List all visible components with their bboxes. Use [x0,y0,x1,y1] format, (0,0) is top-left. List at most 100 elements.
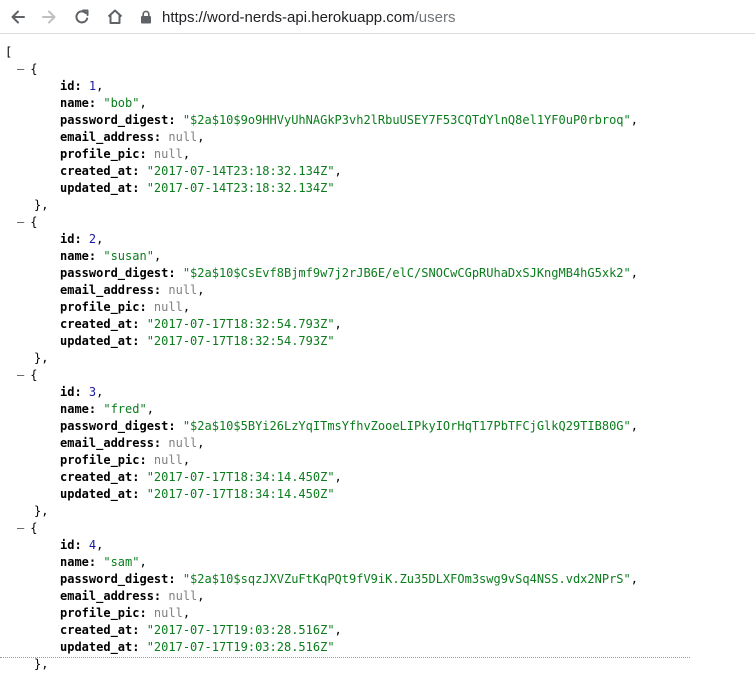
property-key: id: [60,232,89,246]
property-line: password_digest: "$2a$10$sqzJXVZuFtKqPQt… [0,571,755,588]
user-object: –{id: 1, name: "bob", password_digest: "$2… [0,61,755,214]
collapse-toggle-icon[interactable]: – [17,62,24,76]
reload-button[interactable] [70,5,94,29]
comma: , [182,300,191,314]
property-line: updated_at: "2017-07-17T18:34:14.450Z" [0,486,755,503]
property-key: updated_at: [60,487,147,501]
object-open-line: –{ [0,520,755,537]
comma: , [96,79,104,93]
property-line: name: "bob", [0,95,755,112]
comma: , [630,266,638,280]
collapse-toggle-icon[interactable]: – [17,215,24,229]
object-open-brace: { [30,62,38,76]
comma: , [630,572,638,586]
property-value: "bob" [103,96,140,110]
property-key: password_digest: [60,266,183,280]
property-value: null [168,130,198,144]
property-line: id: 4, [0,537,755,554]
property-value: "susan" [103,249,154,263]
back-arrow-icon [11,10,25,24]
property-key: name: [60,402,104,416]
property-key: created_at: [60,164,147,178]
object-close-brace: }, [34,351,49,365]
property-line: email_address: null, [0,129,755,146]
property-key: email_address: [60,436,169,450]
property-line: email_address: null, [0,588,755,605]
page-cutoff-divider [0,657,690,659]
users-list: –{id: 1, name: "bob", password_digest: "$2… [0,61,755,673]
comma: , [197,283,205,297]
comma: , [139,96,147,110]
property-key: updated_at: [60,640,147,654]
url-text: https://word-nerds-api.herokuapp.com/use… [162,9,456,26]
property-line: profile_pic: null, [0,146,755,163]
object-close-brace: }, [34,504,49,518]
property-value: "2017-07-17T18:32:54.793Z" [146,334,335,348]
property-line: updated_at: "2017-07-17T18:32:54.793Z" [0,333,755,350]
property-line: created_at: "2017-07-17T19:03:28.516Z", [0,622,755,639]
property-value: "fred" [103,402,147,416]
property-line: updated_at: "2017-07-14T23:18:32.134Z" [0,180,755,197]
property-value: "$2a$10$sqzJXVZuFtKqPQt9fV9iK.Zu35DLXFOm… [182,572,631,586]
url-domain: https://word-nerds-api.herokuapp.com [162,8,415,26]
property-key: name: [60,555,104,569]
comma: , [197,130,205,144]
property-value: null [168,589,198,603]
property-key: name: [60,249,104,263]
comma: , [197,436,205,450]
property-value: "2017-07-14T23:18:32.134Z" [146,181,335,195]
property-key: email_address: [60,130,169,144]
comma: , [630,419,638,433]
property-value: null [168,283,198,297]
property-line: name: "sam", [0,554,755,571]
property-value: "$2a$10$5BYi26LzYqITmsYfhvZooeLIPkyIOrHq… [182,419,631,433]
object-open-line: –{ [0,367,755,384]
object-close-brace: }, [34,198,49,212]
home-button[interactable] [103,5,127,29]
property-value: null [153,606,183,620]
collapse-toggle-icon[interactable]: – [17,368,24,382]
object-open-brace: { [30,215,38,229]
json-viewer: [ –{id: 1, name: "bob", password_digest: "… [0,35,755,673]
property-line: id: 2, [0,231,755,248]
property-key: password_digest: [60,113,183,127]
comma: , [334,623,342,637]
property-line: id: 3, [0,384,755,401]
property-value: null [153,300,183,314]
comma: , [182,606,191,620]
comma: , [334,470,342,484]
property-line: name: "susan", [0,248,755,265]
property-value: "2017-07-17T18:34:14.450Z" [146,470,335,484]
property-line: profile_pic: null, [0,299,755,316]
object-open-brace: { [30,521,38,535]
property-key: email_address: [60,283,169,297]
property-line: created_at: "2017-07-17T18:34:14.450Z", [0,469,755,486]
property-line: password_digest: "$2a$10$CsEvf8Bjmf9w7j2… [0,265,755,282]
comma: , [334,317,342,331]
comma: , [153,249,162,263]
url-path: /users [414,8,456,26]
property-key: created_at: [60,623,147,637]
user-object: –{id: 4, name: "sam", password_digest: "$2… [0,520,755,673]
browser-toolbar: https://word-nerds-api.herokuapp.com/use… [0,0,755,34]
back-button[interactable] [6,5,30,29]
comma: , [139,555,147,569]
property-key: profile_pic: [60,606,154,620]
property-value: "2017-07-14T23:18:32.134Z" [146,164,335,178]
property-key: profile_pic: [60,300,154,314]
collapse-toggle-icon[interactable]: – [17,521,24,535]
comma: , [182,453,191,467]
property-value: "sam" [103,555,140,569]
property-key: email_address: [60,589,169,603]
comma: , [197,589,205,603]
comma: , [630,113,638,127]
reload-icon [75,9,89,24]
property-key: password_digest: [60,572,183,586]
property-line: created_at: "2017-07-17T18:32:54.793Z", [0,316,755,333]
property-line: created_at: "2017-07-14T23:18:32.134Z", [0,163,755,180]
property-line: updated_at: "2017-07-17T19:03:28.516Z" [0,639,755,656]
address-bar[interactable]: https://word-nerds-api.herokuapp.com/use… [140,5,456,29]
property-key: id: [60,385,89,399]
property-key: profile_pic: [60,453,154,467]
forward-button[interactable] [37,5,61,29]
